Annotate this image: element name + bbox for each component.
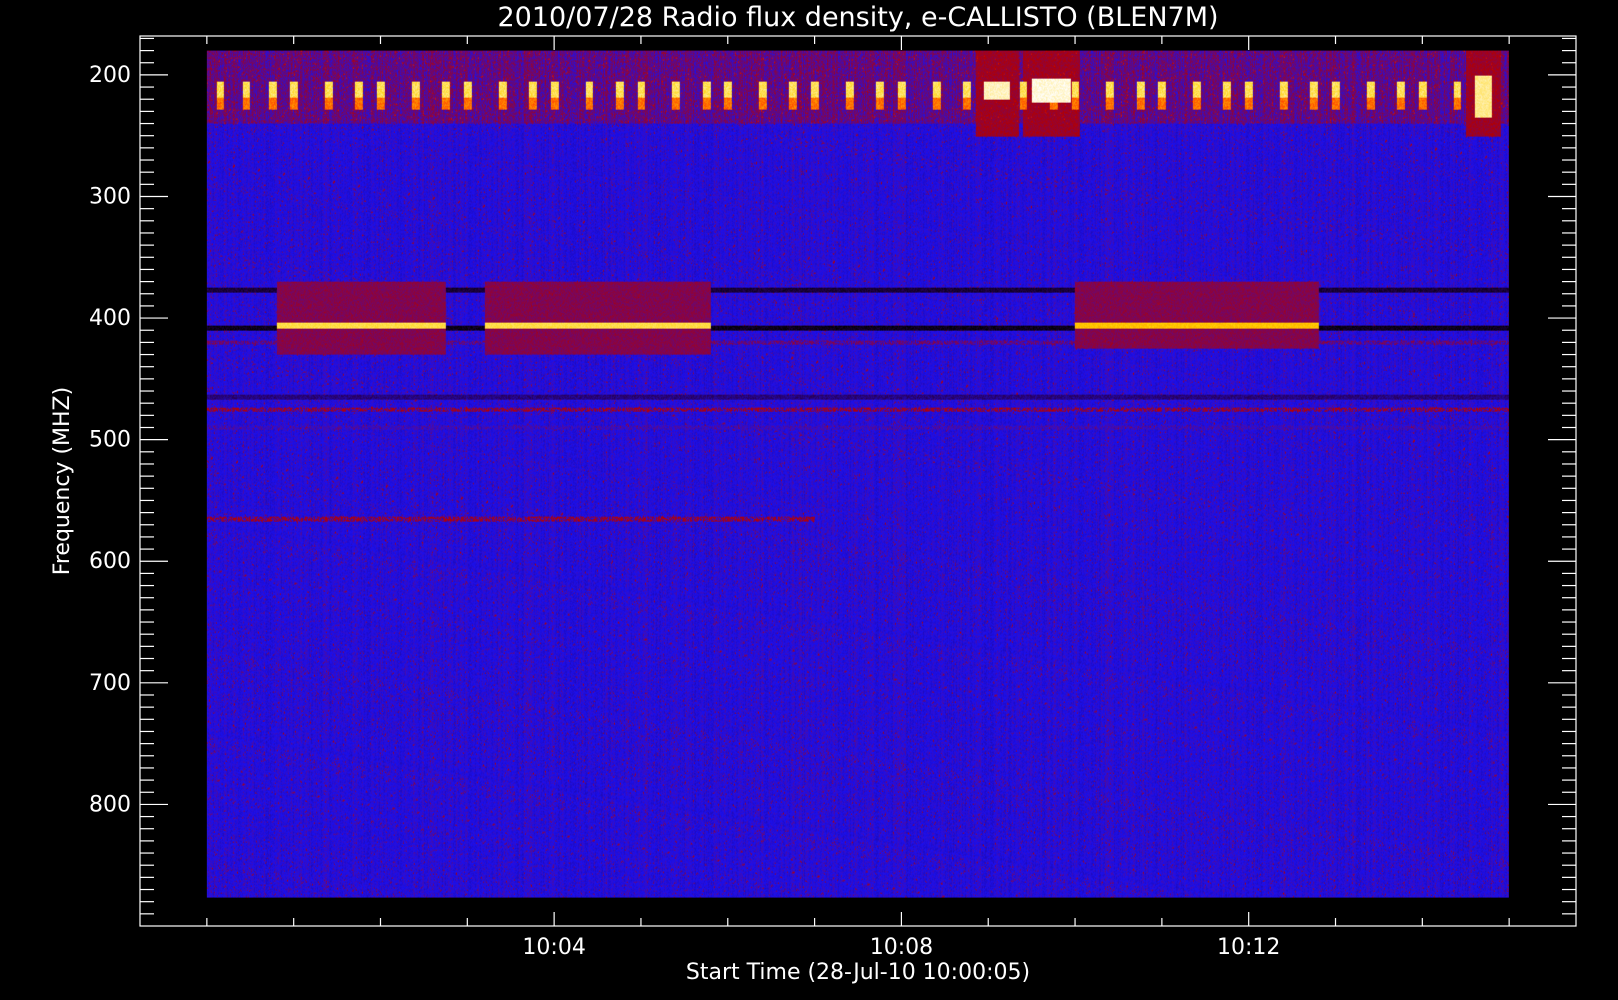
spectrogram-chart: 200 300 400 500 600 700 800 10:04 10:08 10:12 201… bbox=[0, 0, 1618, 1000]
y-tick-label: 800 bbox=[89, 792, 131, 817]
x-axis-label: Start Time (28-Jul-10 10:00:05) bbox=[686, 960, 1030, 985]
y-tick-label: 300 bbox=[89, 184, 131, 209]
y-tick-label: 200 bbox=[89, 63, 131, 88]
y-tick-label: 400 bbox=[89, 306, 131, 331]
y-tick-label: 700 bbox=[89, 671, 131, 696]
y-tick-label: 500 bbox=[89, 428, 131, 453]
x-tick-label: 10:12 bbox=[1217, 935, 1280, 960]
spectrogram-image bbox=[206, 50, 1509, 898]
y-tick-label: 600 bbox=[89, 549, 131, 574]
spectrogram-heatmap bbox=[206, 50, 1509, 898]
x-tick-label: 10:04 bbox=[522, 935, 585, 960]
chart-title: 2010/07/28 Radio flux density, e-CALLIST… bbox=[497, 2, 1218, 33]
x-tick-label: 10:08 bbox=[870, 935, 933, 960]
y-axis-label: Frequency (MHZ) bbox=[50, 387, 75, 575]
